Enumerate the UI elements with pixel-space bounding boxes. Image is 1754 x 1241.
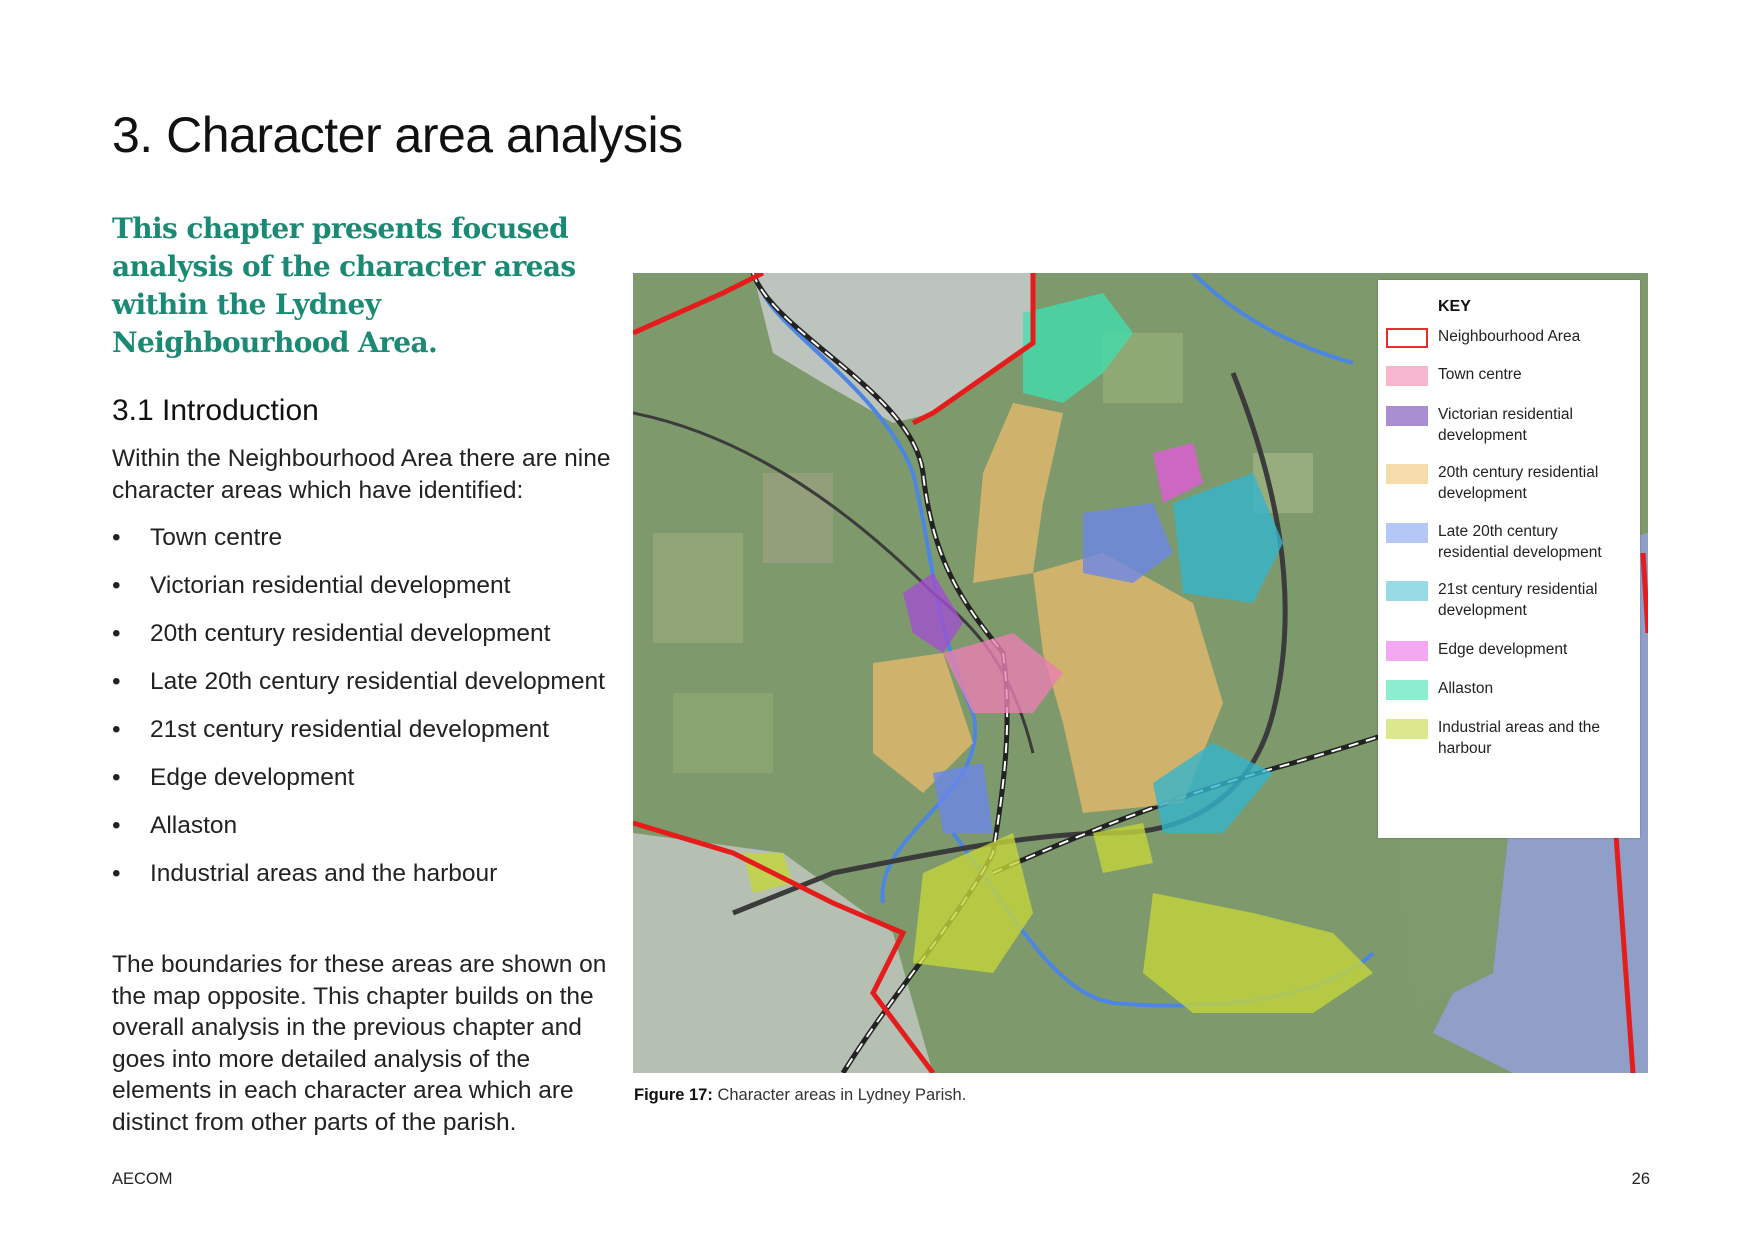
key-item: Late 20th century residential developmen… xyxy=(1386,521,1632,563)
list-item: Edge development xyxy=(112,762,612,793)
key-label: Town centre xyxy=(1438,366,1522,383)
key-label: Victorian residential development xyxy=(1438,406,1573,444)
list-item: Town centre xyxy=(112,522,612,553)
key-item: Neighbourhood Area xyxy=(1386,326,1632,348)
key-swatch xyxy=(1386,719,1428,739)
key-swatch xyxy=(1386,523,1428,543)
list-item: 20th century residential development xyxy=(112,618,612,649)
list-item: Late 20th century residential developmen… xyxy=(112,666,612,697)
key-item: 20th century residential development xyxy=(1386,462,1632,504)
key-label: Allaston xyxy=(1438,680,1494,697)
key-swatch xyxy=(1386,641,1428,661)
caption-label: Figure 17: xyxy=(634,1086,713,1104)
outro-paragraph: The boundaries for these areas are shown… xyxy=(112,951,607,1136)
section-heading: 3.1 Introduction xyxy=(112,394,319,427)
list-item: 21st century residential development xyxy=(112,714,612,745)
key-swatch xyxy=(1386,680,1428,700)
key-item: 21st century residential development xyxy=(1386,579,1632,621)
page-title: 3. Character area analysis xyxy=(112,107,683,163)
key-swatch xyxy=(1386,581,1428,601)
key-label: 21st century residential development xyxy=(1438,581,1598,619)
key-label: Neighbourhood Area xyxy=(1438,328,1581,345)
key-item: Victorian residential development xyxy=(1386,404,1632,446)
footer-brand: AECOM xyxy=(112,1170,173,1188)
list-item: Victorian residential development xyxy=(112,570,612,601)
page-number: 26 xyxy=(1631,1170,1650,1188)
key-label: 20th century residential development xyxy=(1438,464,1599,502)
intro-paragraph: Within the Neighbourhood Area there are … xyxy=(112,445,611,504)
key-title: KEY xyxy=(1438,298,1471,315)
key-label: Late 20th century residential developmen… xyxy=(1438,523,1602,561)
figure-caption: Figure 17: Character areas in Lydney Par… xyxy=(634,1086,966,1105)
list-item: Allaston xyxy=(112,810,612,841)
key-label: Edge development xyxy=(1438,641,1568,658)
key-swatch xyxy=(1386,464,1428,484)
map-key: KEY Neighbourhood Area Town centre Victori… xyxy=(1378,280,1640,838)
key-items: Neighbourhood Area Town centre Victorian r… xyxy=(1386,326,1632,759)
list-item: Industrial areas and the harbour xyxy=(112,858,612,889)
key-swatch xyxy=(1386,366,1428,386)
key-item: Edge development xyxy=(1386,639,1632,661)
key-swatch xyxy=(1386,328,1428,348)
key-item: Industrial areas and the harbour xyxy=(1386,717,1632,759)
caption-text: Character areas in Lydney Parish. xyxy=(717,1086,967,1104)
character-area-list: Town centre Victorian residential develo… xyxy=(112,522,612,906)
key-item: Allaston xyxy=(1386,678,1632,700)
key-label: Industrial areas and the harbour xyxy=(1438,719,1600,757)
chapter-lead: This chapter presents focused analysis o… xyxy=(112,212,576,359)
key-item: Town centre xyxy=(1386,364,1632,386)
key-swatch xyxy=(1386,406,1428,426)
